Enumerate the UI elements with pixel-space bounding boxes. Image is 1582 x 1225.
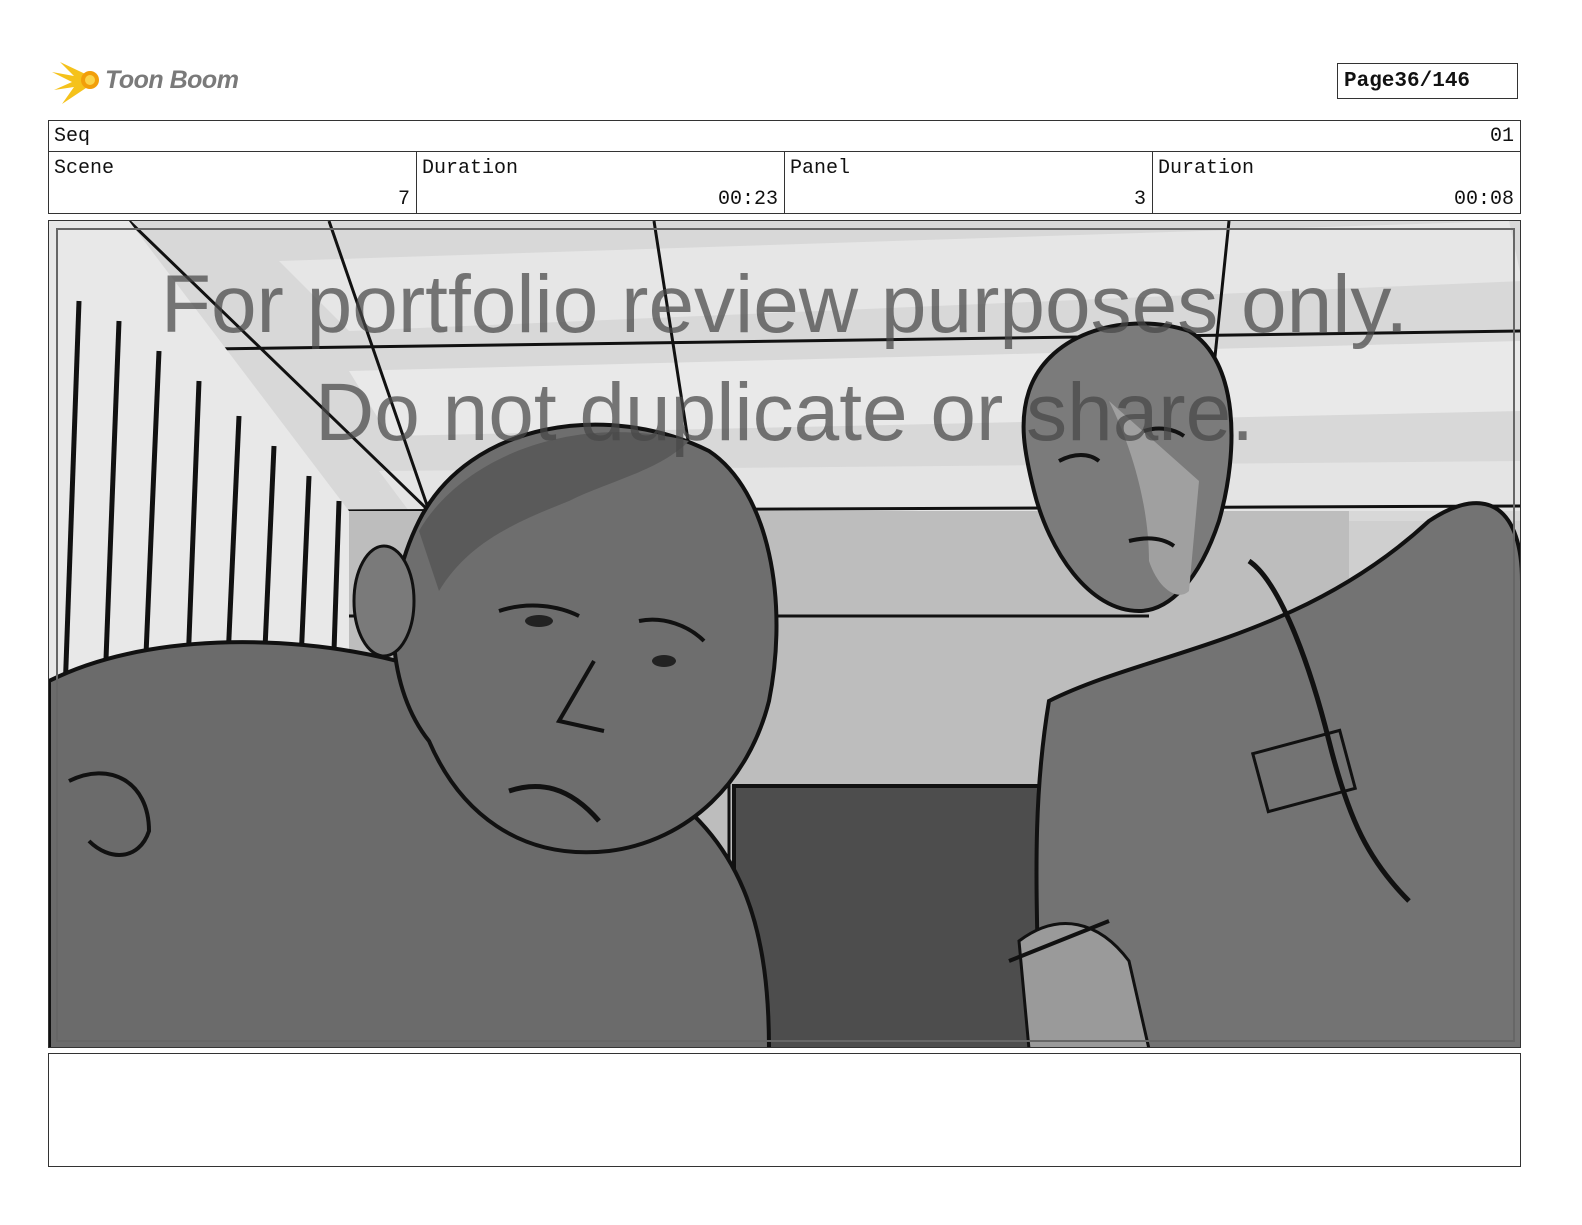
scene-label: Scene [54, 157, 115, 180]
panel-label: Panel [790, 157, 851, 180]
panel-value: 3 [1133, 188, 1146, 211]
panel-duration-cell: Duration 00:08 [1153, 151, 1520, 213]
toon-boom-logo: Toon Boom [50, 54, 250, 110]
panel-duration-value: 00:08 [1453, 188, 1514, 211]
scene-duration-value: 00:23 [717, 188, 778, 211]
storyboard-panel: For portfolio review purposes only. Do n… [48, 220, 1521, 1048]
panel-duration-label: Duration [1158, 157, 1255, 180]
panel-notes-box [48, 1053, 1521, 1167]
watermark-line-2: Do not duplicate or share. [315, 367, 1254, 458]
scene-cell: Scene 7 [49, 151, 417, 213]
page-label: Page [1344, 69, 1395, 93]
scene-duration-label: Duration [422, 157, 519, 180]
seq-row: Seq 01 [48, 120, 1521, 152]
scene-value: 7 [397, 188, 410, 211]
page-number: 36/146 [1394, 69, 1471, 93]
panel-cell: Panel 3 [785, 151, 1153, 213]
info-row: Scene 7 Duration 00:23 Panel 3 Duration … [48, 151, 1521, 214]
logo-text: Toon Boom [105, 66, 239, 94]
watermark-line-1: For portfolio review purposes only. [160, 259, 1409, 350]
watermark: For portfolio review purposes only. Do n… [49, 251, 1520, 467]
page-indicator: Page 36/146 [1337, 63, 1518, 99]
scene-duration-cell: Duration 00:23 [417, 151, 785, 213]
starburst-logo-icon [52, 62, 99, 104]
seq-value: 01 [1489, 125, 1514, 148]
seq-label: Seq [54, 125, 91, 148]
